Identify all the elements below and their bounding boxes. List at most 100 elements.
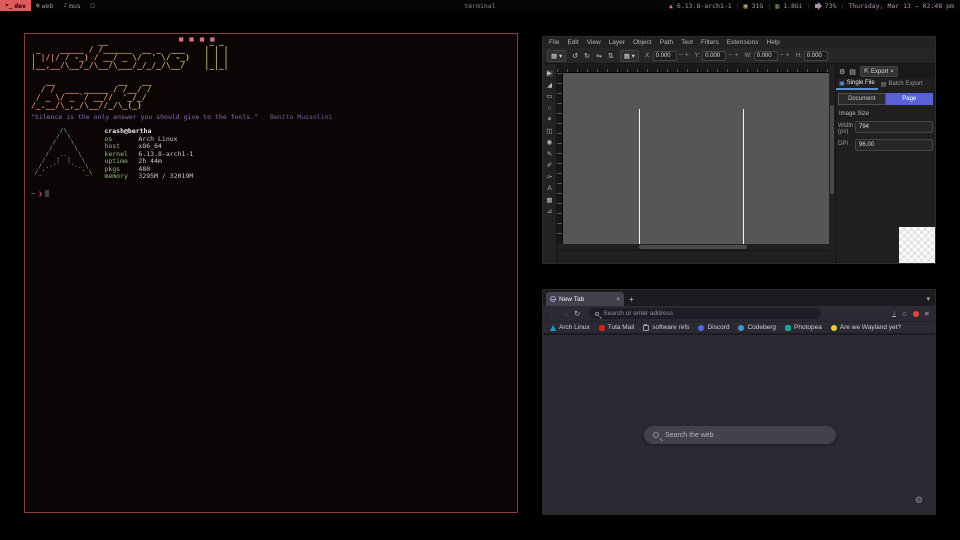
back-icon[interactable]: ← [549, 309, 557, 318]
bookmarks-bar: Arch Linux Tuta Mail software refs Disco… [543, 321, 935, 333]
y-input[interactable]: 0.000 [702, 51, 726, 61]
welcome-ascii-banner: __ _ _ _ _____ / /______ __ _ ___ | | | … [31, 38, 511, 110]
tool-controls-bar: ▦ ▾ ↺ ↻ ⇋ ⇅ ▦ ▾ X: 0.000 − + Y: 0.000 − … [543, 48, 935, 64]
tab-batch-export[interactable]: ▤ Batch Export [878, 80, 926, 89]
y-increment[interactable]: + [734, 52, 738, 59]
flip-vertical-icon[interactable]: ⇅ [608, 52, 614, 60]
spiral-tool-icon[interactable]: ◉ [547, 139, 553, 146]
document-button[interactable]: Document [838, 93, 886, 105]
selector-tool-icon[interactable]: ▶ [546, 70, 553, 77]
system-info: crash@bertha os Arch Linux host x86_64 k… [104, 128, 193, 181]
selection-mode-dropdown[interactable]: ▦ ▾ [547, 50, 566, 62]
navbar-right-icons: ↓ ⌂ ≡ [892, 309, 929, 318]
inkscape-statusbar [557, 250, 829, 263]
bookmark-label: software refs [652, 324, 689, 331]
browser-tabbar: New Tab × + ▾ [543, 290, 935, 306]
bookmark-photopea[interactable]: Photopea [785, 324, 822, 331]
menu-extensions[interactable]: Extensions [727, 39, 759, 46]
search-placeholder: Search the web [665, 432, 714, 439]
horizontal-scrollbar[interactable] [557, 244, 829, 250]
w-decrement[interactable]: − [780, 52, 784, 59]
pen-tool-icon[interactable]: ✐ [547, 162, 552, 169]
preferences-icon[interactable]: ⚙ [839, 68, 845, 76]
terminal-cursor [45, 190, 49, 197]
export-area-segment: Document Page [836, 90, 935, 108]
terminal-window[interactable]: __ _ _ _ _____ / /______ __ _ ___ | | | … [24, 33, 518, 513]
h-input[interactable]: 0.000 [804, 51, 828, 61]
w-input[interactable]: 0.000 [754, 51, 778, 61]
info-label: memory [104, 173, 138, 181]
wayland-favicon [831, 325, 837, 331]
bookmark-are-we-wayland-yet[interactable]: Are we Wayland yet? [831, 324, 901, 331]
export-dock-tab[interactable]: ⇱ Export × [860, 66, 898, 77]
bookmark-tuta-mail[interactable]: Tuta Mail [599, 324, 635, 331]
search-icon [653, 432, 659, 438]
dock-tab-strip: ⚙ ▤ ⇱ Export × [836, 65, 935, 78]
box3d-tool-icon[interactable]: ◫ [546, 128, 552, 135]
menu-layer[interactable]: Layer [609, 39, 625, 46]
close-tab-icon[interactable]: × [616, 296, 620, 303]
text-tool-icon[interactable]: A [547, 185, 551, 192]
menu-object[interactable]: Object [633, 39, 652, 46]
page-button[interactable]: Page [886, 93, 934, 105]
layers-icon[interactable]: ▤ [849, 68, 856, 76]
home-icon[interactable]: ⌂ [902, 309, 907, 318]
menu-icon[interactable]: ≡ [925, 309, 929, 318]
folder-icon [643, 325, 649, 331]
browser-window[interactable]: New Tab × + ▾ ← → ↻ Search or enter addr… [542, 289, 936, 515]
inkscape-canvas[interactable] [563, 73, 829, 244]
bookmark-folder-software-refs[interactable]: software refs [643, 324, 689, 331]
rectangle-tool-icon[interactable]: ▭ [546, 93, 552, 100]
tab-new-tab[interactable]: New Tab × [546, 292, 624, 306]
star-tool-icon[interactable]: ✶ [547, 116, 552, 123]
x-increment[interactable]: + [685, 52, 689, 59]
prompt-arrow: ❯ [38, 190, 42, 198]
menu-view[interactable]: View [587, 39, 601, 46]
menu-file[interactable]: File [549, 39, 559, 46]
bookmark-arch-linux[interactable]: Arch Linux [550, 324, 590, 331]
reload-icon[interactable]: ↻ [574, 309, 580, 318]
close-icon[interactable]: × [890, 69, 894, 75]
x-input[interactable]: 0.000 [653, 51, 677, 61]
gradient-tool-icon[interactable]: ▦ [546, 197, 552, 204]
arch-logo-ascii: /\ / \ / \ / \ / .. \ / | | \ / .-' '-. … [31, 128, 92, 181]
menu-text[interactable]: Text [681, 39, 693, 46]
url-bar[interactable]: Search or enter address [589, 308, 821, 319]
new-tab-button[interactable]: + [629, 295, 634, 304]
bookmark-discord[interactable]: Discord [698, 324, 729, 331]
prompt-path: ~ [31, 190, 35, 198]
menu-path[interactable]: Path [660, 39, 673, 46]
bookmark-codeberg[interactable]: Codeberg [738, 324, 776, 331]
list-tabs-chevron-icon[interactable]: ▾ [926, 295, 930, 303]
node-tool-icon[interactable]: ◢ [547, 82, 552, 89]
recording-extension-icon[interactable] [913, 311, 919, 317]
pencil-tool-icon[interactable]: ✎ [547, 151, 552, 158]
dpi-input[interactable]: 96.00 [855, 139, 933, 151]
rotate-ccw-icon[interactable]: ↺ [572, 52, 578, 60]
horizontal-ruler [557, 65, 829, 73]
shell-prompt[interactable]: ~ ❯ [31, 190, 511, 198]
ellipse-tool-icon[interactable]: ○ [548, 105, 552, 112]
web-search-box[interactable]: Search the web [644, 426, 836, 444]
single-file-icon: ▣ [839, 80, 845, 87]
dropper-tool-icon[interactable]: ⊿ [547, 208, 552, 215]
downloads-icon[interactable]: ↓ [892, 310, 896, 317]
h-label: H: [796, 53, 802, 59]
export-preview-thumbnail [899, 227, 935, 263]
flip-horizontal-icon[interactable]: ⇋ [596, 52, 602, 60]
calligraphy-tool-icon[interactable]: ✑ [547, 174, 552, 181]
w-increment[interactable]: + [786, 52, 790, 59]
rotate-cw-icon[interactable]: ↻ [584, 52, 590, 60]
menu-edit[interactable]: Edit [567, 39, 578, 46]
personalize-gear-icon[interactable]: ⚙ [915, 495, 923, 506]
snap-dropdown[interactable]: ▦ ▾ [620, 50, 639, 62]
tab-single-file[interactable]: ▣ Single File [836, 79, 878, 90]
export-width-input[interactable]: 794 [855, 121, 933, 133]
menu-help[interactable]: Help [767, 39, 780, 46]
forward-icon[interactable]: → [562, 309, 570, 318]
x-decrement[interactable]: − [679, 52, 683, 59]
menu-filters[interactable]: Filters [701, 39, 719, 46]
y-decrement[interactable]: − [728, 52, 732, 59]
width-field: W: 0.000 − + [744, 51, 789, 61]
inkscape-window[interactable]: File Edit View Layer Object Path Text Fi… [542, 36, 936, 264]
